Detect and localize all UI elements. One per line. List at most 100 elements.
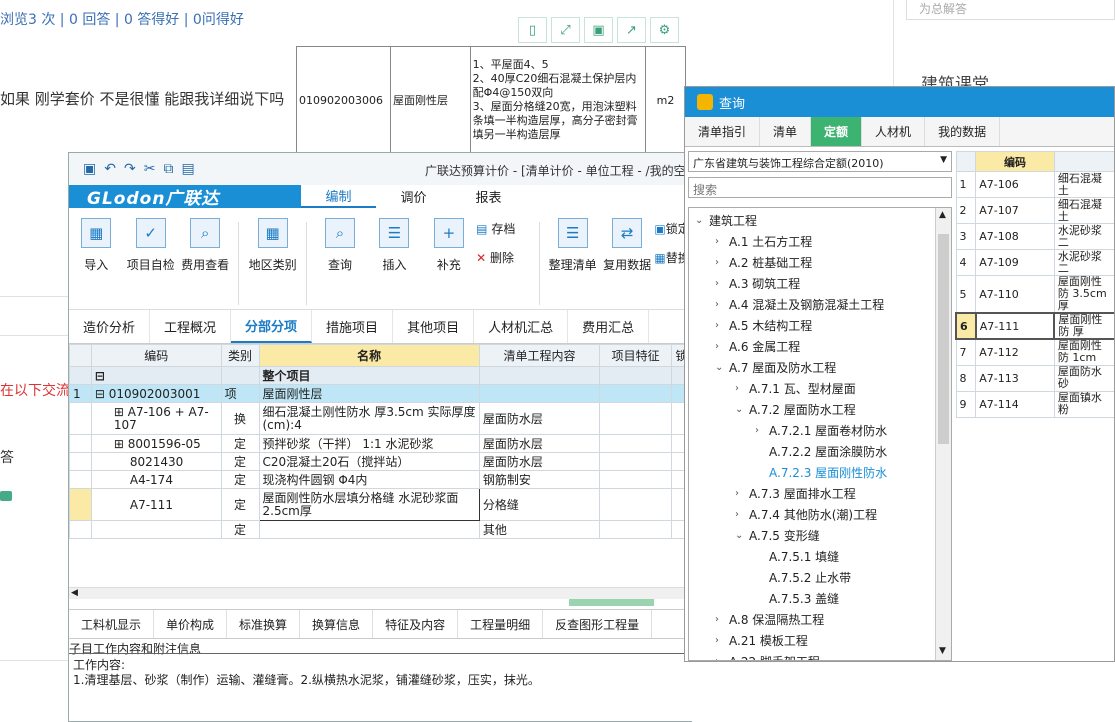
query-button[interactable]: ⌕ 查询	[313, 218, 367, 309]
chevron-right-icon[interactable]: ›	[715, 635, 729, 646]
tree-item[interactable]: › A.7.1 瓦、型材屋面	[689, 378, 951, 399]
paste-icon[interactable]: ▤	[181, 161, 194, 177]
tree-item[interactable]: ⌄ A.7 屋面及防水工程	[689, 357, 951, 378]
tab-standard-conversion[interactable]: 标准换算	[227, 610, 301, 638]
tab-fee-summary[interactable]: 费用汇总	[568, 310, 650, 343]
self-check-button[interactable]: ✓ 项目自检	[123, 218, 177, 309]
row-name[interactable]: 现浇构件圆钢 Φ4内	[258, 470, 480, 489]
tree-item[interactable]: A.7.5.1 填缝	[689, 546, 951, 567]
tree-item[interactable]: ⌄ A.7.5 变形缝	[689, 525, 951, 546]
table-row[interactable]: 3 A7-108 水泥砂浆二	[955, 223, 1114, 250]
tab-features[interactable]: 特征及内容	[373, 610, 459, 638]
col-type[interactable]: 类别	[220, 344, 260, 367]
chevron-right-icon[interactable]: ›	[755, 425, 769, 436]
table-row[interactable]: 4 A7-109 水泥砂浆二	[955, 249, 1114, 276]
chevron-down-icon[interactable]: ⌄	[695, 215, 709, 226]
quota-library-select[interactable]: 广东省建筑与装饰工程综合定额(2010) ▼	[688, 151, 952, 172]
table-row[interactable]: 8021430 定 C20混凝土20石（搅拌站） 屋面防水层	[69, 452, 692, 471]
chevron-down-icon[interactable]: ⌄	[735, 404, 749, 415]
expand-icon[interactable]: ⤢	[551, 17, 580, 43]
tree-item[interactable]: A.7.2.2 屋面涂膜防水	[689, 441, 951, 462]
menu-report[interactable]: 报表	[451, 185, 526, 208]
chevron-right-icon[interactable]: ›	[715, 656, 729, 660]
region-button[interactable]: ▦ 地区类别	[245, 218, 299, 309]
table-row[interactable]: 定 其他	[69, 520, 692, 539]
tab-division[interactable]: 分部分项	[231, 310, 313, 343]
col-content[interactable]: 清单工程内容	[478, 344, 601, 367]
table-row[interactable]: 2 A7-107 细石混凝土	[955, 197, 1114, 224]
chevron-down-icon[interactable]: ⌄	[715, 362, 729, 373]
reuse-data-button[interactable]: ⇄ 复用数据	[600, 218, 654, 309]
chevron-right-icon[interactable]: ›	[735, 488, 749, 499]
chevron-right-icon[interactable]: ›	[715, 320, 729, 331]
row-name[interactable]: 细石混凝土刚性防水 厚3.5cm 实际厚度(cm):4	[258, 402, 480, 435]
col-code[interactable]: 编码	[90, 344, 222, 367]
glodon-logo[interactable]: GLodon广联达	[69, 185, 301, 209]
tree-item[interactable]: › A.7.3 屋面排水工程	[689, 483, 951, 504]
search-input[interactable]: 搜索	[688, 177, 952, 198]
tab-list-guide[interactable]: 清单指引	[685, 117, 761, 146]
vertical-scrollbar[interactable]: ▲ ▼	[935, 208, 951, 660]
table-row[interactable]: 1 A7-106 细石混凝土	[955, 171, 1114, 198]
table-row[interactable]: 5 A7-110 屋面刚性防 3.5cm厚	[955, 275, 1114, 314]
expand-icon[interactable]: ⊞	[114, 405, 128, 419]
tree-item[interactable]: › A.8 保温隔热工程	[689, 609, 951, 630]
tree-item[interactable]: › A.7.4 其他防水(潮)工程	[689, 504, 951, 525]
redo-icon[interactable]: ↷	[124, 161, 136, 177]
tree-item[interactable]: › A.7.2.1 屋面卷材防水	[689, 420, 951, 441]
row-name[interactable]: 屋面刚性防水层填分格缝 水泥砂浆面2.5cm厚	[258, 488, 480, 521]
tab-quota[interactable]: 定额	[811, 117, 863, 146]
mobile-icon[interactable]: ▯	[518, 17, 547, 43]
chevron-down-icon[interactable]: ⌄	[735, 530, 749, 541]
tree-item[interactable]: › A.4 混凝土及钢筋混凝土工程	[689, 294, 951, 315]
chevron-right-icon[interactable]: ›	[715, 341, 729, 352]
chevron-right-icon[interactable]: ›	[735, 383, 749, 394]
undo-icon[interactable]: ↶	[104, 161, 116, 177]
tab-materials-summary[interactable]: 人材机汇总	[474, 310, 569, 343]
tab-cost-analysis[interactable]: 造价分析	[69, 310, 151, 343]
chevron-right-icon[interactable]: ›	[715, 278, 729, 289]
table-row[interactable]: 9 A7-114 屋面镇水粉	[955, 390, 1114, 418]
expand-icon[interactable]: ⊞	[114, 437, 128, 451]
tab-my-data[interactable]: 我的数据	[925, 117, 1001, 146]
menu-adjust-price[interactable]: 调价	[376, 185, 451, 208]
collapse-icon[interactable]: ⊟	[95, 369, 105, 383]
table-row[interactable]: ⊞ A7-106 + A7-107 换 细石混凝土刚性防水 厚3.5cm 实际厚…	[69, 402, 692, 435]
tree-item[interactable]: ⌄ 建筑工程	[689, 210, 951, 231]
gear-icon[interactable]: ⚙	[650, 17, 679, 43]
import-button[interactable]: ▦ 导入	[69, 218, 123, 309]
table-row[interactable]: A4-174 定 现浇构件圆钢 Φ4内 钢筋制安	[69, 470, 692, 489]
table-row[interactable]: 8 A7-113 屋面防水砂	[955, 364, 1114, 392]
tree-item[interactable]: A.7.2.3 屋面刚性防水	[689, 462, 951, 483]
tab-unit-price[interactable]: 单价构成	[154, 610, 228, 638]
tree-item[interactable]: ⌄ A.7.2 屋面防水工程	[689, 399, 951, 420]
tab-list[interactable]: 清单	[760, 117, 812, 146]
tree-item[interactable]: › A.3 砌筑工程	[689, 273, 951, 294]
tree-item[interactable]: › A.5 木结构工程	[689, 315, 951, 336]
chevron-right-icon[interactable]: ›	[715, 257, 729, 268]
row-name[interactable]: 预拌砂浆（干拌） 1:1 水泥砂浆	[258, 434, 480, 453]
tree-item[interactable]: A.7.5.3 盖缝	[689, 588, 951, 609]
table-row[interactable]: 7 A7-112 屋面刚性防 1cm	[955, 338, 1114, 366]
col-feature[interactable]: 项目特征	[599, 344, 672, 367]
row-name[interactable]	[258, 520, 480, 539]
image-icon[interactable]	[0, 491, 12, 501]
tree-item[interactable]: › A.2 桩基础工程	[689, 252, 951, 273]
supplement-button[interactable]: + 补充	[422, 218, 476, 309]
chevron-right-icon[interactable]: ›	[715, 236, 729, 247]
scroll-thumb[interactable]	[938, 234, 949, 444]
tree-item[interactable]: A.7.5.2 止水带	[689, 567, 951, 588]
insert-button[interactable]: ☰ 插入	[367, 218, 421, 309]
tab-other-items[interactable]: 其他项目	[393, 310, 475, 343]
tab-reverse-lookup[interactable]: 反查图形工程量	[543, 610, 653, 638]
table-row[interactable]: ⊞ 8001596-05 定 预拌砂浆（干拌） 1:1 水泥砂浆 屋面防水层	[69, 434, 692, 453]
table-row[interactable]: 6 A7-111 屋面刚性防 厚	[955, 312, 1114, 340]
scroll-up-icon[interactable]: ▲	[939, 210, 946, 220]
save-icon[interactable]: ▣	[83, 161, 96, 177]
menu-edit[interactable]: 编制	[301, 185, 376, 208]
table-row[interactable]: ⊟ 整个项目	[69, 366, 692, 385]
tree-item[interactable]: ›A.22 脚手架工程	[689, 651, 951, 660]
chevron-right-icon[interactable]: ›	[735, 509, 749, 520]
chevron-right-icon[interactable]: ›	[715, 614, 729, 625]
chevron-right-icon[interactable]: ›	[715, 299, 729, 310]
